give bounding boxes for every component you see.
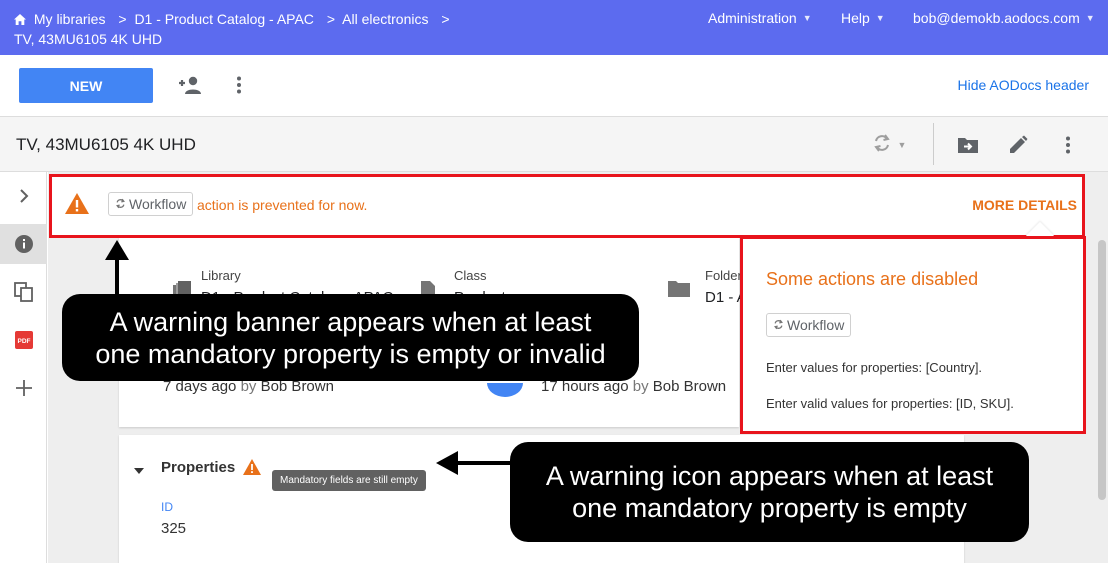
callout-line: A warning banner appears when at least [109,306,592,337]
warning-banner-callout: A warning banner appears when at least o… [62,294,639,381]
warning-icon-callout: A warning icon appears when at least one… [510,442,1029,542]
callout-line: A warning icon appears when at least [545,461,994,491]
callout-line: one mandatory property is empty [572,493,967,523]
callout-line: one mandatory property is empty or inval… [95,338,606,369]
